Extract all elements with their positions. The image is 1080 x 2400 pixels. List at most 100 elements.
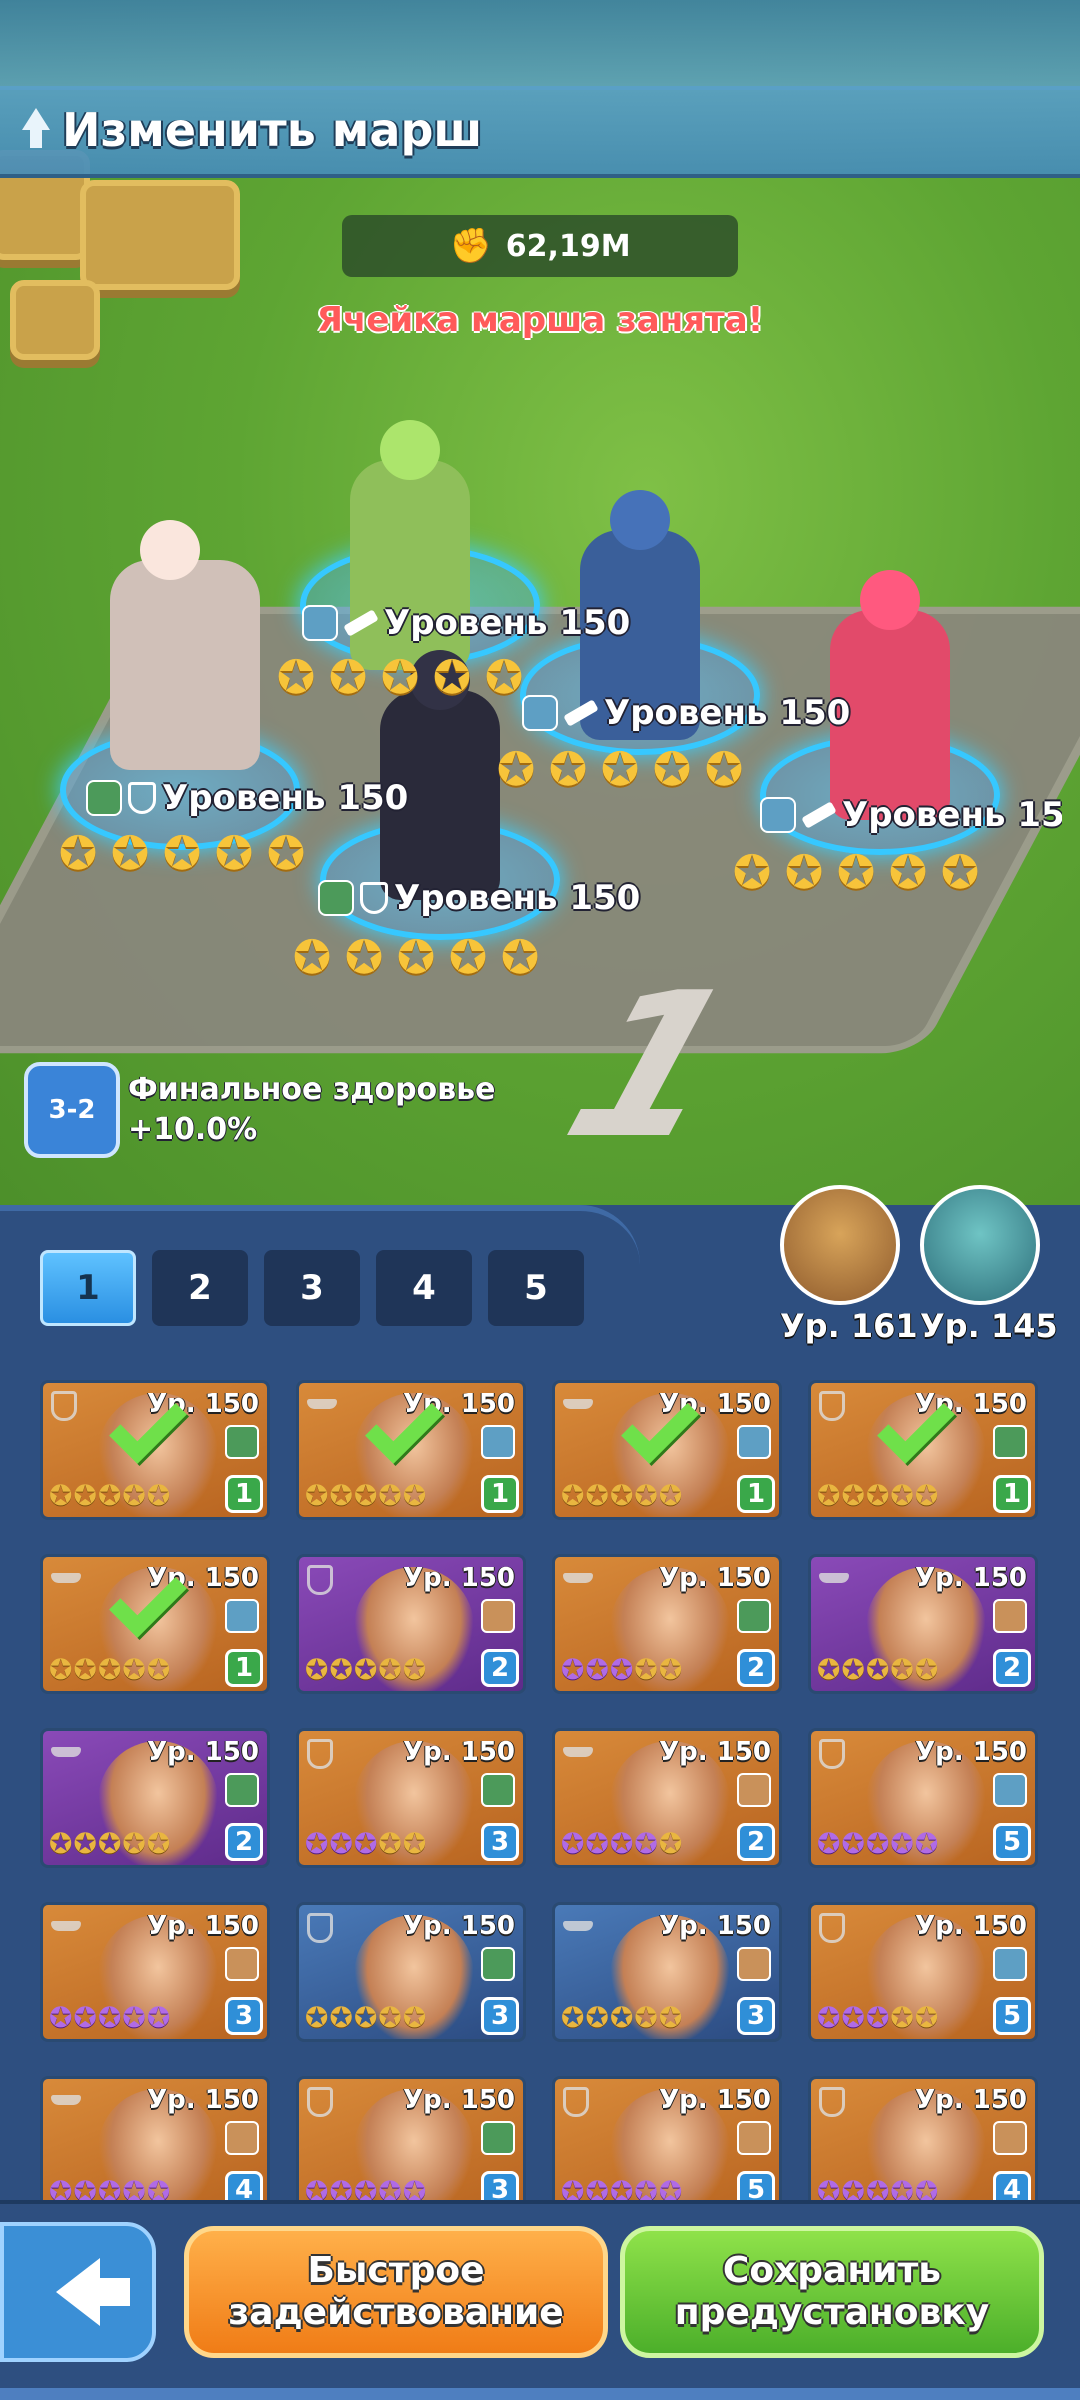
hero-card[interactable]: Ур. 150 ✪ ✪ ✪ ✪ ✪ 1: [552, 1380, 782, 1520]
back-arrow-icon: [56, 2258, 130, 2326]
shield-class-icon: [819, 1739, 845, 1769]
star-icon: ✪: [266, 826, 306, 880]
tab-preset-3[interactable]: 3: [264, 1250, 360, 1326]
star-icon: ✪: [162, 826, 202, 880]
star-icon: ✪: [704, 742, 744, 796]
star-icon: ✪: [484, 650, 524, 704]
fist-icon: ✊: [449, 226, 492, 266]
bottom-edge: [0, 2388, 1080, 2400]
tab-preset-2[interactable]: 2: [152, 1250, 248, 1326]
hero-level: Уровень 150: [384, 603, 631, 643]
buff-value: +10.0%: [128, 1112, 258, 1147]
hero-card-level: Ур. 150: [403, 1911, 515, 1941]
star-icon: ✪: [609, 1827, 634, 1860]
shield-class-icon: [307, 1913, 333, 1943]
star-icon: ✪: [380, 650, 420, 704]
tab-preset-5[interactable]: 5: [488, 1250, 584, 1326]
hero-card-level: Ур. 150: [915, 1737, 1027, 1767]
hero-card-level: Ур. 150: [659, 1563, 771, 1593]
rifle-class-icon: [51, 1921, 81, 1931]
hero-card-level: Ур. 150: [147, 2085, 259, 2115]
star-icon: ✪: [865, 1653, 890, 1686]
star-icon: ✪: [110, 826, 150, 880]
star-icon: ✪: [817, 1827, 841, 1860]
hero-level: Уровень 150: [394, 878, 641, 918]
eagle-pet-avatar[interactable]: [780, 1185, 900, 1305]
star-icon: ✪: [49, 1653, 73, 1686]
hero-card[interactable]: Ур. 150 ✪ ✪ ✪ ✪ ✪ 5: [808, 1728, 1038, 1868]
shield-class-icon: [563, 2087, 589, 2117]
hero-level: Уровень 150: [604, 693, 851, 733]
hero-card-level: Ур. 150: [147, 1911, 259, 1941]
star-icon: ✪: [865, 1479, 890, 1512]
hero-card[interactable]: Ур. 150 ✪ ✪ ✪ ✪ ✪ 1: [40, 1554, 270, 1694]
pet-slot[interactable]: Ур. 145: [920, 1185, 1058, 1345]
star-icon: ✪: [817, 1653, 841, 1686]
element-type-icon: [993, 1947, 1027, 1981]
hero-card[interactable]: Ур. 150 ✪ ✪ ✪ ✪ ✪ 3: [296, 1902, 526, 2042]
march-number-badge: 1: [993, 1475, 1031, 1513]
pets-row: Ур. 161 Ур. 145: [780, 1185, 1058, 1345]
hero-card-stars: ✪ ✪ ✪ ✪ ✪: [561, 1481, 682, 1511]
hero-card[interactable]: Ур. 150 ✪ ✪ ✪ ✪ ✪ 1: [296, 1380, 526, 1520]
formation-buff[interactable]: 3-2 Финальное здоровье +10.0%: [24, 1062, 495, 1158]
pet-slot[interactable]: Ур. 161: [780, 1185, 918, 1345]
rifle-class-icon: [563, 699, 599, 727]
back-button[interactable]: [0, 2222, 156, 2362]
preset-tabs: 1 2 3 4 5: [40, 1250, 584, 1326]
hero-card[interactable]: Ур. 150 ✪ ✪ ✪ ✪ ✪ 2: [296, 1554, 526, 1694]
march-number-badge: 3: [225, 1997, 263, 2035]
hero-card-level: Ур. 150: [403, 2085, 515, 2115]
hero-card-level: Ур. 150: [659, 1737, 771, 1767]
hero-card[interactable]: Ур. 150 ✪ ✪ ✪ ✪ ✪ 1: [40, 1380, 270, 1520]
save-preset-button[interactable]: Сохранить предустановку: [620, 2226, 1044, 2358]
element-type-icon: [481, 1599, 515, 1633]
hero-card[interactable]: Ур. 150 ✪ ✪ ✪ ✪ ✪ 3: [552, 1902, 782, 2042]
hero-card-stars: ✪ ✪ ✪ ✪ ✪: [561, 1829, 682, 1859]
hero-grid: Ур. 150 ✪ ✪ ✪ ✪ ✪ 1 Ур. 150 ✪ ✪ ✪ ✪ ✪ 1 Ур. 150 ✪ ✪ ✪ ✪ ✪ 1 У…: [40, 1380, 1040, 2210]
hero-card[interactable]: Ур. 150 ✪ ✪ ✪ ✪ ✪ 3: [296, 1728, 526, 1868]
element-type-icon: [993, 1773, 1027, 1807]
hero-card[interactable]: Ур. 150 ✪ ✪ ✪ ✪ ✪ 2: [40, 1728, 270, 1868]
quick-deploy-button[interactable]: Быстрое задействование: [184, 2226, 608, 2358]
hero-card-level: Ур. 150: [147, 1737, 259, 1767]
dragon-pet-avatar[interactable]: [920, 1185, 1040, 1305]
element-type-icon: [737, 1425, 771, 1459]
hero-level-tag: Уровень 150: [86, 778, 408, 818]
hero-card[interactable]: Ур. 150 ✪ ✪ ✪ ✪ ✪ 5: [552, 2076, 782, 2210]
star-icon: ✪: [97, 1479, 122, 1512]
pet-level: Ур. 145: [920, 1307, 1058, 1345]
hero-card[interactable]: Ур. 150 ✪ ✪ ✪ ✪ ✪ 2: [552, 1728, 782, 1868]
hero-card[interactable]: Ур. 150 ✪ ✪ ✪ ✪ ✪ 2: [552, 1554, 782, 1694]
star-icon: ✪: [292, 930, 332, 984]
hero-card[interactable]: Ур. 150 ✪ ✪ ✪ ✪ ✪ 4: [808, 2076, 1038, 2210]
tab-preset-4[interactable]: 4: [376, 1250, 472, 1326]
hero-figure[interactable]: [110, 560, 260, 770]
star-icon: ✪: [817, 1479, 841, 1512]
formation-icon[interactable]: 3-2: [24, 1062, 120, 1158]
hero-level-tag: Уровень 150: [522, 693, 850, 733]
star-icon: ✪: [609, 1653, 634, 1686]
star-icon: ✪: [49, 1479, 73, 1512]
element-type-icon: [481, 2121, 515, 2155]
tab-preset-1[interactable]: 1: [40, 1250, 136, 1326]
star-icon: ✪: [146, 1827, 171, 1860]
hero-card[interactable]: Ур. 150 ✪ ✪ ✪ ✪ ✪ 2: [808, 1554, 1038, 1694]
star-icon: ✪: [328, 650, 368, 704]
hero-stars: ✪ ✪ ✪ ✪ ✪: [54, 829, 310, 877]
hero-card[interactable]: Ур. 150 ✪ ✪ ✪ ✪ ✪ 5: [808, 1902, 1038, 2042]
star-icon: ✪: [890, 2001, 914, 2034]
hero-card[interactable]: Ур. 150 ✪ ✪ ✪ ✪ ✪ 1: [808, 1380, 1038, 1520]
hero-card[interactable]: Ур. 150 ✪ ✪ ✪ ✪ ✪ 3: [296, 2076, 526, 2210]
mountain-type-icon: [318, 880, 354, 916]
star-icon: ✪: [561, 2001, 585, 2034]
rifle-class-icon: [343, 609, 379, 637]
star-icon: ✪: [353, 1479, 378, 1512]
hero-card-stars: ✪ ✪ ✪ ✪ ✪: [49, 1655, 170, 1685]
star-icon: ✪: [329, 1653, 353, 1686]
hero-card[interactable]: Ур. 150 ✪ ✪ ✪ ✪ ✪ 4: [40, 2076, 270, 2210]
shield-class-icon: [128, 782, 156, 814]
hero-card[interactable]: Ур. 150 ✪ ✪ ✪ ✪ ✪ 3: [40, 1902, 270, 2042]
star-icon: ✪: [585, 2001, 609, 2034]
hero-stars: ✪ ✪ ✪ ✪ ✪: [288, 933, 544, 981]
